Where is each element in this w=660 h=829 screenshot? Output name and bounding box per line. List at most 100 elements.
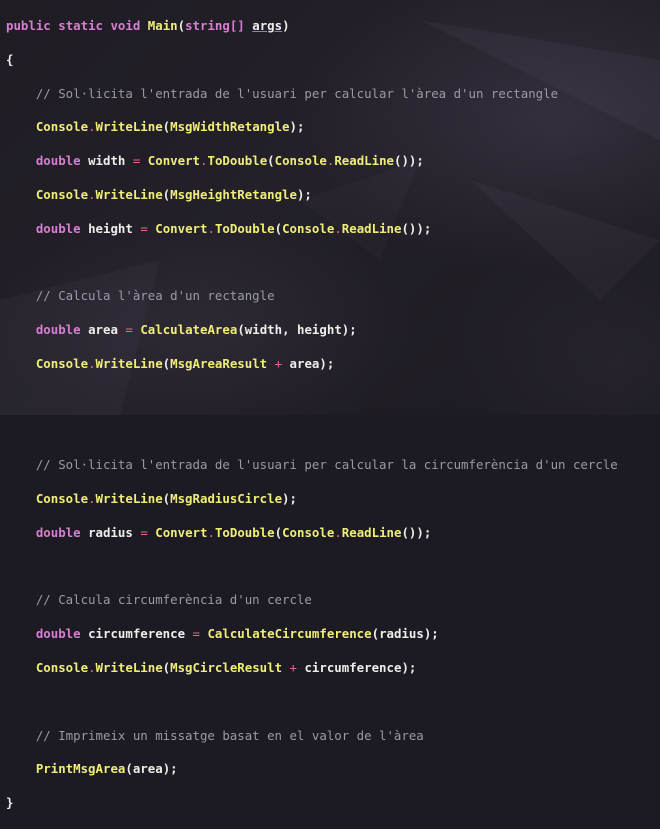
- identifier: MsgAreaResult: [170, 355, 268, 371]
- keyword-double: double: [35, 153, 81, 169]
- identifier: area: [132, 761, 163, 777]
- code-line-24: }: [6, 795, 660, 812]
- code-line-16: double radius = Convert.ToDouble(Console…: [6, 525, 660, 542]
- operator: =: [140, 524, 148, 540]
- code-line-10: double area = CalculateArea(width, heigh…: [6, 322, 660, 339]
- code-line-3: // Sol·licita l'entrada de l'usuari per …: [6, 86, 660, 103]
- method-call: PrintMsgArea: [35, 761, 126, 777]
- class-ref: Console: [282, 524, 335, 540]
- dot: .: [334, 524, 342, 540]
- comment: // Calcula circumferència d'un cercle: [35, 592, 312, 608]
- method-call: WriteLine: [95, 660, 163, 676]
- code-line-9: // Calcula l'àrea d'un rectangle: [6, 288, 660, 305]
- method-call: CalculateCircumference: [207, 626, 372, 642]
- identifier: MsgRadiusCircle: [170, 491, 283, 507]
- paren-close: ): [282, 17, 290, 33]
- paren: );: [401, 660, 417, 676]
- operator: =: [125, 322, 133, 338]
- comment: // Calcula l'àrea d'un rectangle: [35, 288, 275, 304]
- method-call: ToDouble: [214, 524, 275, 540]
- class-ref: Convert: [147, 153, 201, 169]
- dot: .: [207, 220, 215, 236]
- code-line-23: PrintMsgArea(area);: [6, 761, 660, 778]
- dot: .: [88, 491, 96, 507]
- dot: .: [88, 186, 96, 202]
- method-call: ReadLine: [334, 153, 395, 169]
- method-call: WriteLine: [95, 491, 163, 507]
- operator: =: [140, 220, 148, 236]
- param-type: string[]: [185, 17, 245, 33]
- paren: );: [423, 626, 439, 642]
- code-line-15: Console.WriteLine(MsgRadiusCircle);: [6, 491, 660, 508]
- paren: );: [296, 186, 312, 202]
- code-line-2: {: [6, 52, 660, 69]
- keyword-double: double: [35, 220, 81, 236]
- method-call: CalculateArea: [140, 322, 238, 338]
- method-call: WriteLine: [95, 119, 163, 135]
- code-line-22: // Imprimeix un missatge basat en el val…: [6, 728, 660, 745]
- comment: // Imprimeix un missatge basat en el val…: [35, 727, 424, 743]
- class-ref: Console: [274, 153, 327, 169]
- class-ref: Console: [282, 220, 335, 236]
- method-call: ToDouble: [207, 153, 268, 169]
- method-call: ReadLine: [341, 524, 402, 540]
- comment: // Sol·licita l'entrada de l'usuari per …: [35, 457, 618, 473]
- dot: .: [207, 524, 215, 540]
- paren: );: [341, 322, 357, 338]
- paren: );: [319, 355, 335, 371]
- keyword-double: double: [35, 322, 81, 338]
- dot: .: [334, 220, 342, 236]
- identifier: MsgWidthRetangle: [170, 119, 290, 135]
- brace-open: {: [6, 51, 14, 67]
- paren: (: [125, 761, 133, 777]
- paren: (: [274, 220, 283, 236]
- paren: );: [162, 761, 178, 777]
- paren: ());: [401, 524, 432, 540]
- operator: +: [289, 660, 297, 676]
- paren: (: [371, 626, 380, 642]
- paren: ());: [401, 220, 432, 236]
- code-line-1: public static void Main(string[] args): [6, 18, 660, 35]
- class-ref: Console: [35, 119, 89, 135]
- brace-close: }: [6, 795, 14, 811]
- class-ref: Console: [35, 186, 89, 202]
- identifier: height: [297, 322, 342, 338]
- class-ref: Convert: [155, 524, 208, 540]
- comma: ,: [282, 322, 298, 338]
- paren-open: (: [177, 17, 186, 33]
- paren: (: [162, 660, 171, 676]
- class-ref: Console: [35, 660, 89, 676]
- keyword-void: void: [110, 17, 141, 33]
- dot: .: [88, 119, 96, 135]
- identifier: circumference: [88, 626, 186, 642]
- identifier: circumference: [304, 660, 402, 676]
- code-editor[interactable]: public static void Main(string[] args) {…: [0, 0, 660, 810]
- keyword-static: static: [58, 17, 103, 33]
- code-line-11: Console.WriteLine(MsgAreaResult + area);: [6, 356, 660, 373]
- identifier: MsgCircleResult: [170, 660, 283, 676]
- identifier: area: [289, 355, 320, 371]
- keyword-public: public: [6, 17, 51, 33]
- code-line-4: Console.WriteLine(MsgWidthRetangle);: [6, 119, 660, 136]
- code-line-5: double width = Convert.ToDouble(Console.…: [6, 153, 660, 170]
- paren: (: [237, 322, 245, 338]
- code-line-19: double circumference = CalculateCircumfe…: [6, 626, 660, 643]
- method-call: ReadLine: [341, 220, 402, 236]
- identifier: MsgHeightRetangle: [170, 186, 297, 202]
- class-ref: Console: [35, 491, 89, 507]
- method-call: ToDouble: [214, 220, 275, 236]
- param-name: args: [252, 17, 283, 33]
- identifier: width: [88, 153, 126, 169]
- identifier: radius: [88, 524, 133, 540]
- comment: // Sol·licita l'entrada de l'usuari per …: [35, 85, 559, 101]
- identifier: area: [88, 322, 118, 338]
- code-line-6: Console.WriteLine(MsgHeightRetangle);: [6, 187, 660, 204]
- identifier: height: [88, 220, 133, 236]
- code-line-7: double height = Convert.ToDouble(Console…: [6, 221, 660, 238]
- code-line-14: // Sol·licita l'entrada de l'usuari per …: [6, 457, 660, 474]
- dot: .: [88, 660, 96, 676]
- method-name: Main: [147, 17, 178, 33]
